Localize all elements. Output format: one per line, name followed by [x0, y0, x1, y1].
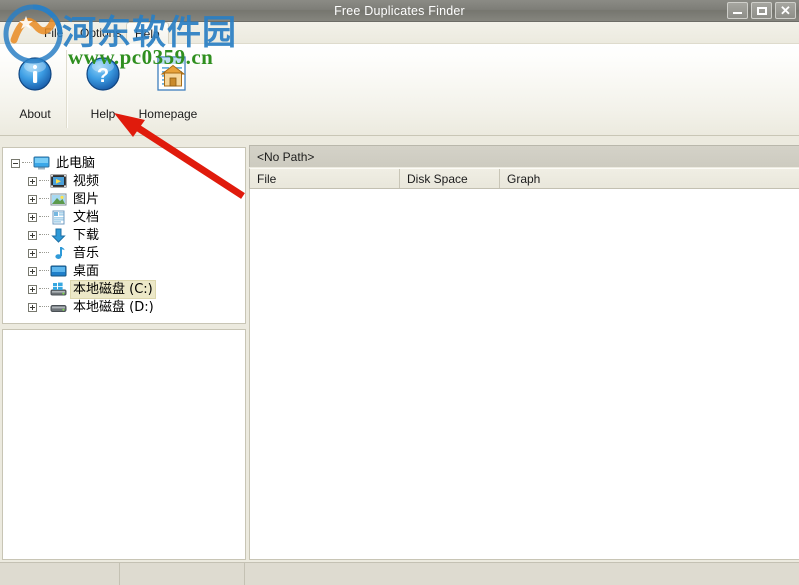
results-panel: <No Path> File Disk Space Graph	[249, 145, 799, 560]
pictures-icon	[50, 192, 67, 207]
tree-node-documents[interactable]: 文档	[28, 208, 245, 226]
tree-connector	[39, 180, 49, 182]
menu-item-file[interactable]: File	[36, 24, 71, 42]
tree-connector	[39, 216, 49, 218]
application-window: Free Duplicates Finder ✕ File Options He…	[0, 0, 799, 585]
tree-expander-plus-icon[interactable]	[28, 194, 37, 204]
documents-icon	[50, 210, 67, 225]
tree-node-pictures[interactable]: 图片	[28, 190, 245, 208]
videos-icon	[50, 174, 67, 189]
column-header-file[interactable]: File	[250, 169, 400, 188]
tree-node-drive-d[interactable]: 本地磁盘 (D:)	[28, 298, 245, 316]
results-list[interactable]	[249, 189, 799, 560]
window-controls: ✕	[727, 2, 796, 19]
toolbar-label-about: About	[19, 107, 51, 121]
home-document-icon	[146, 50, 190, 100]
tree-connector	[39, 234, 49, 236]
tree-connector	[39, 288, 49, 290]
menu-item-help[interactable]: Help	[126, 22, 169, 44]
tree-connector	[39, 198, 49, 200]
tree-label: 桌面	[73, 263, 100, 279]
tree-label: 本地磁盘 (D:)	[73, 299, 154, 315]
tree-label: 此电脑	[56, 155, 96, 171]
tree-expander-plus-icon[interactable]	[28, 248, 37, 258]
tree-expander-plus-icon[interactable]	[28, 176, 37, 186]
question-circle-icon: ?	[83, 50, 123, 100]
tree-label: 图片	[73, 191, 100, 207]
title-bar[interactable]: Free Duplicates Finder ✕	[0, 0, 799, 22]
tree-node-videos[interactable]: 视频	[28, 172, 245, 190]
status-bar	[0, 562, 799, 585]
drive-icon	[50, 300, 67, 315]
music-icon	[50, 246, 67, 261]
downloads-icon	[50, 228, 67, 243]
status-panel-3	[245, 563, 799, 585]
toolbar-label-help: Help	[90, 107, 116, 121]
close-button[interactable]: ✕	[775, 2, 796, 19]
path-bar[interactable]: <No Path>	[249, 145, 799, 167]
status-panel-2	[120, 563, 245, 585]
desktop-icon	[50, 264, 67, 279]
column-header-graph[interactable]: Graph	[500, 169, 799, 188]
tree-node-drive-c[interactable]: 本地磁盘 (C:)	[28, 279, 245, 299]
window-title: Free Duplicates Finder	[334, 4, 465, 18]
preview-panel[interactable]	[2, 329, 246, 560]
toolbar: About ? Help Homepage	[0, 44, 799, 136]
toolbar-button-about[interactable]: About	[1, 50, 69, 130]
maximize-button[interactable]	[751, 2, 772, 19]
folder-tree-panel[interactable]: 此电脑 视频 图片 文档 下载 音乐 桌面 本地磁盘 (C:) 本地磁盘 (D:…	[2, 147, 246, 324]
svg-text:?: ?	[97, 65, 109, 87]
tree-label: 视频	[73, 173, 100, 189]
tree-connector	[39, 306, 49, 308]
tree-connector	[39, 270, 49, 272]
tree-expander-plus-icon[interactable]	[28, 284, 37, 294]
minimize-button[interactable]	[727, 2, 748, 19]
current-path-label: <No Path>	[257, 150, 315, 164]
results-column-headers: File Disk Space Graph	[249, 168, 799, 189]
tree-label: 本地磁盘 (C:)	[70, 279, 156, 299]
tree-expander-plus-icon[interactable]	[28, 230, 37, 240]
tree-label: 下载	[73, 227, 100, 243]
tree-expander-minus-icon[interactable]	[11, 158, 20, 168]
toolbar-button-help[interactable]: ? Help	[69, 50, 137, 130]
tree-node-music[interactable]: 音乐	[28, 244, 245, 262]
info-circle-icon	[15, 50, 55, 100]
tree-expander-plus-icon[interactable]	[28, 302, 37, 312]
tree-connector	[39, 252, 49, 254]
tree-node-desktop[interactable]: 桌面	[28, 262, 245, 280]
monitor-icon	[33, 156, 50, 171]
toolbar-separator	[66, 50, 68, 128]
tree-node-downloads[interactable]: 下载	[28, 226, 245, 244]
toolbar-label-homepage: Homepage	[138, 107, 198, 121]
tree-expander-plus-icon[interactable]	[28, 212, 37, 222]
menu-bar: File Options Help	[0, 22, 799, 44]
tree-label: 文档	[73, 209, 100, 225]
tree-expander-plus-icon[interactable]	[28, 266, 37, 276]
status-panel-1	[0, 563, 120, 585]
tree-connector	[22, 162, 32, 164]
menu-item-options[interactable]: Options	[72, 24, 129, 42]
system-drive-icon	[50, 282, 67, 297]
tree-node-this-pc[interactable]: 此电脑	[11, 154, 245, 172]
column-header-disk-space[interactable]: Disk Space	[400, 169, 500, 188]
tree-label: 音乐	[73, 245, 100, 261]
toolbar-button-homepage[interactable]: Homepage	[133, 50, 203, 130]
